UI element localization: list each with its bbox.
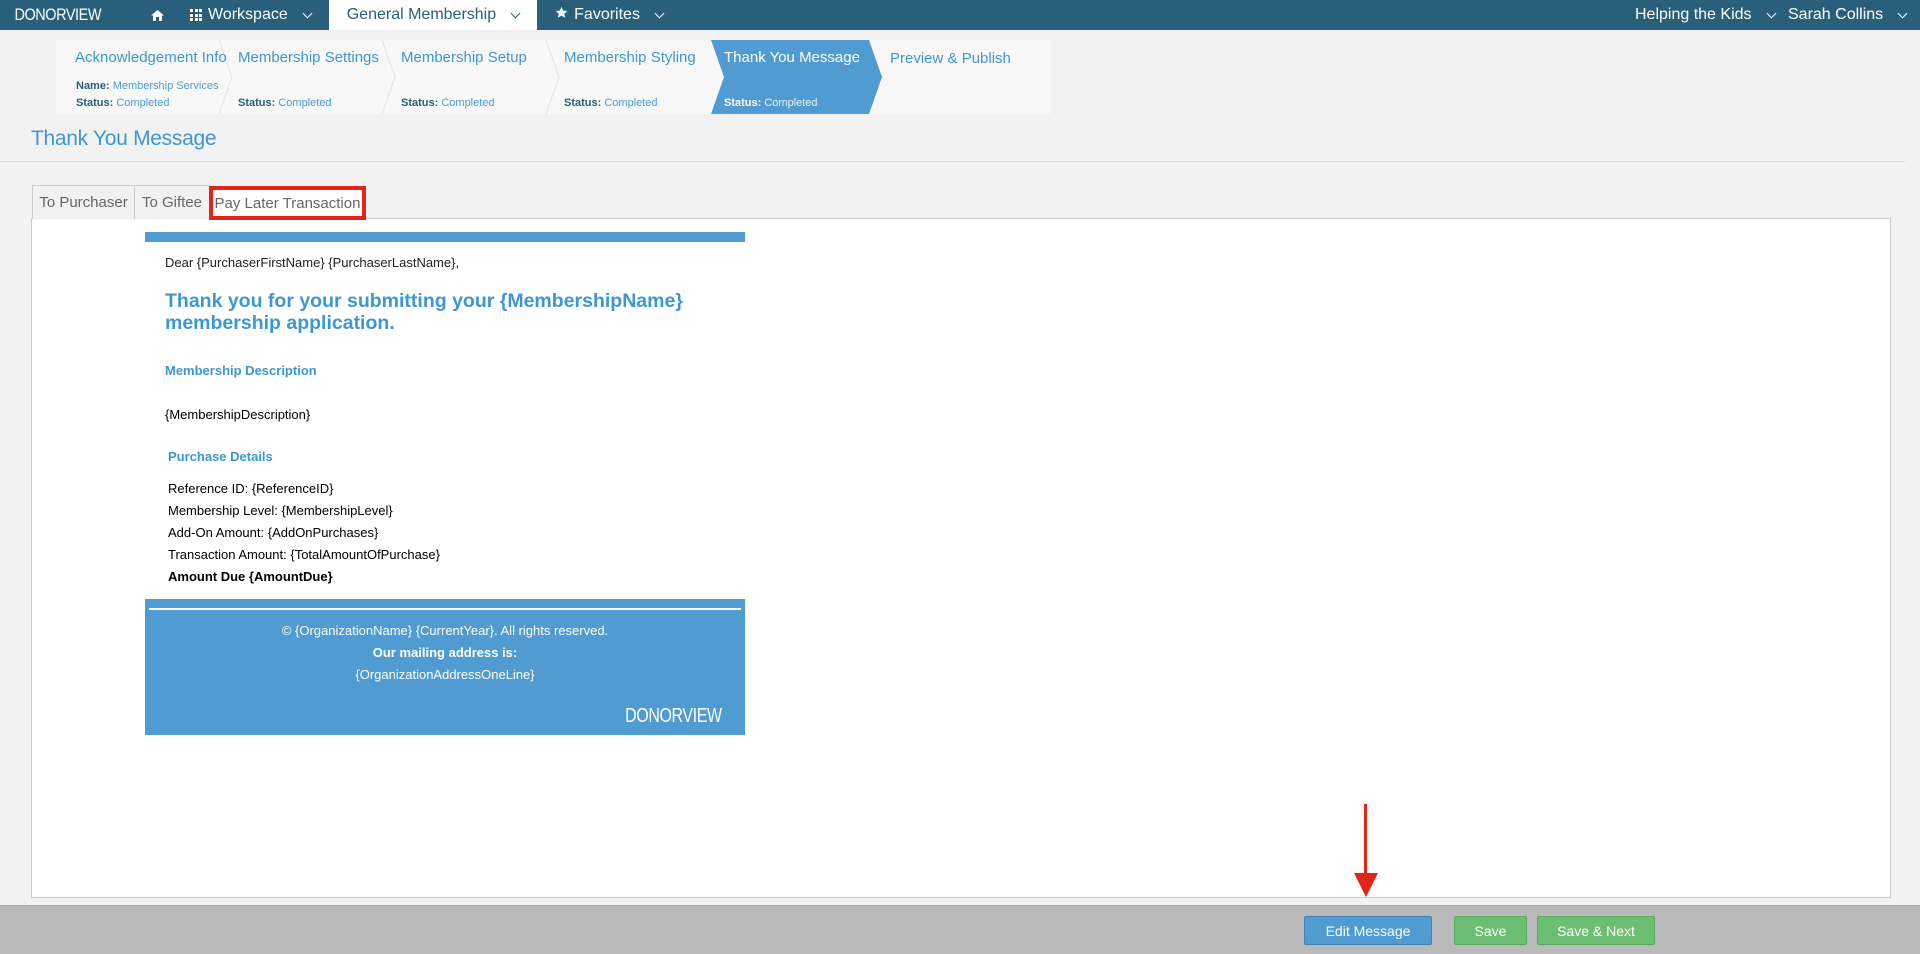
nav-favorites[interactable]: Favorites [537, 0, 675, 30]
divider [0, 161, 1905, 162]
nav-favorites-label: Favorites [574, 6, 640, 23]
detail-reference-id: Reference ID: {ReferenceID} [168, 481, 334, 496]
tab-to-giftee[interactable]: To Giftee [134, 185, 210, 219]
step-status: Status: Completed [724, 97, 818, 109]
detail-amount-due: Amount Due {AmountDue} [168, 569, 333, 584]
tab-label: Pay Later Transaction [214, 194, 361, 212]
nav-home[interactable] [125, 0, 190, 30]
step-status: Status: Completed [76, 97, 170, 109]
tab-label: To Purchaser [39, 194, 128, 211]
detail-membership-level: Membership Level: {MembershipLevel} [168, 503, 393, 518]
purchase-details-heading: Purchase Details [168, 449, 273, 464]
email-header-bar [145, 232, 745, 242]
footer-address: {OrganizationAddressOneLine} [355, 667, 535, 682]
footer-divider [149, 608, 741, 610]
chevron-down-icon [302, 8, 313, 18]
step-title: Acknowledgement Info [75, 49, 227, 66]
chevron-down-icon [1766, 8, 1776, 18]
step-status: Status: Completed [238, 97, 332, 109]
nav-org-label: Helping the Kids [1635, 6, 1752, 23]
nav-user-label: Sarah Collins [1788, 6, 1884, 23]
save-next-button[interactable]: Save & Next [1537, 916, 1655, 945]
footer-copyright: © {OrganizationName} {CurrentYear}. All … [281, 623, 609, 638]
page-title: Thank You Message [31, 127, 217, 150]
step-status: Status: Completed [401, 97, 495, 109]
email-headline: Thank you for your submitting your {Memb… [165, 290, 683, 334]
star-icon [555, 6, 568, 24]
grid-icon [190, 9, 202, 21]
step-title: Membership Setup [401, 49, 527, 66]
step-title: Thank You Message [724, 49, 860, 66]
detail-add-on-amount: Add-On Amount: {AddOnPurchases} [168, 525, 379, 540]
nav-user-menu[interactable]: Sarah Collins [1788, 0, 1908, 30]
nav-general-membership-label: General Membership [346, 6, 497, 23]
step-title: Preview & Publish [890, 50, 1011, 67]
tab-to-purchaser[interactable]: To Purchaser [32, 185, 135, 219]
chevron-down-icon [510, 8, 521, 18]
step-preview-publish[interactable]: Preview & Publish [890, 40, 1040, 114]
home-icon [151, 9, 164, 21]
step-status: Status: Completed [564, 97, 658, 109]
step-membership-setup[interactable]: Membership Setup Status: Completed [395, 40, 555, 114]
tab-label: To Giftee [141, 194, 203, 211]
nav-org-menu[interactable]: Helping the Kids [1635, 0, 1776, 30]
annotation-arrow-head [1354, 873, 1378, 897]
edit-message-button[interactable]: Edit Message [1304, 916, 1432, 945]
save-button[interactable]: Save [1454, 916, 1527, 945]
email-greeting: Dear {PurchaserFirstName} {PurchaserLast… [165, 255, 460, 270]
chevron-down-icon [654, 8, 665, 18]
step-thank-you-message[interactable]: Thank You Message Status: Completed [724, 40, 874, 114]
chevron-down-icon [1897, 8, 1908, 18]
detail-transaction-amount: Transaction Amount: {TotalAmountOfPurcha… [168, 547, 440, 562]
step-acknowledgement-info[interactable]: Acknowledgement Info Name: Membership Se… [56, 40, 231, 114]
step-title: Membership Settings [238, 49, 379, 66]
wizard-steps: Acknowledgement Info Name: Membership Se… [56, 40, 1050, 114]
email-footer: © {OrganizationName} {CurrentYear}. All … [145, 599, 745, 735]
top-nav: DONORVIEW Workspace General Membership F… [0, 0, 1920, 30]
nav-workspace-label: Workspace [208, 6, 288, 23]
membership-description-heading: Membership Description [165, 363, 317, 378]
footer-logo: DONORVIEW [625, 705, 722, 727]
footer-mailing-label: Our mailing address is: [372, 645, 518, 660]
step-membership-styling[interactable]: Membership Styling Status: Completed [558, 40, 718, 114]
step-title: Membership Styling [564, 49, 696, 66]
membership-description: {MembershipDescription} [165, 407, 311, 422]
nav-general-membership[interactable]: General Membership [328, 0, 538, 30]
nav-workspace[interactable]: Workspace [190, 0, 323, 30]
step-name: Name: Membership Services [76, 80, 219, 92]
email-preview: Dear {PurchaserFirstName} {PurchaserLast… [145, 232, 745, 735]
step-membership-settings[interactable]: Membership Settings Status: Completed [232, 40, 392, 114]
annotation-arrow-shaft [1364, 804, 1367, 874]
tab-pay-later-transaction[interactable]: Pay Later Transaction [209, 186, 366, 220]
brand-logo[interactable]: DONORVIEW [0, 5, 106, 25]
